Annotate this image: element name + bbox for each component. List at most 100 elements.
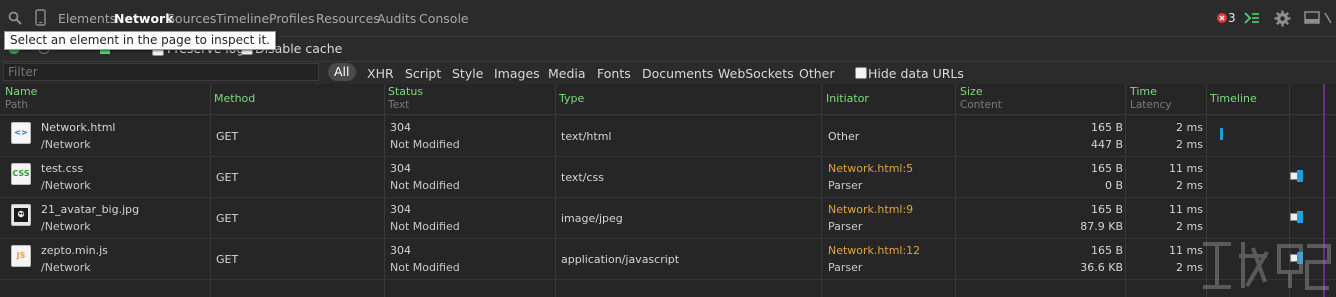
hide-data-urls-label: Hide data URLs [868, 66, 964, 81]
tab-sources[interactable]: Sources [167, 11, 216, 26]
row-time: 11 ms [1169, 203, 1203, 216]
row-status: 304 [390, 203, 411, 216]
settings-gear-icon[interactable] [1274, 10, 1291, 27]
row-time: 11 ms [1169, 162, 1203, 175]
column-header-initiator[interactable]: Initiator [826, 92, 869, 105]
row-method: GET [216, 130, 239, 143]
hide-data-urls-checkbox[interactable] [855, 67, 867, 79]
tab-timeline[interactable]: Timeline [216, 11, 269, 26]
device-mode-icon[interactable] [35, 9, 46, 26]
html-file-icon: <> [11, 122, 31, 144]
timeline-bar [1297, 170, 1303, 182]
row-status-text: Not Modified [390, 261, 460, 274]
tab-resources[interactable]: Resources [316, 11, 380, 26]
row-status: 304 [390, 121, 411, 134]
column-header-time[interactable]: Time [1130, 85, 1157, 98]
row-size: 165 B [1090, 162, 1123, 175]
row-name: 21_avatar_big.jpg [41, 203, 140, 216]
row-time: 2 ms [1176, 121, 1203, 134]
row-time: 11 ms [1169, 244, 1203, 257]
filter-type-documents[interactable]: Documents [642, 66, 713, 81]
table-row[interactable] [0, 156, 1336, 198]
column-header-method[interactable]: Method [214, 92, 255, 105]
row-initiator-link[interactable]: Network.html:9 [828, 203, 913, 216]
row-initiator-type: Parser [828, 261, 863, 274]
inspect-element-icon[interactable] [8, 11, 22, 25]
row-method: GET [216, 212, 239, 225]
timeline-bar [1220, 128, 1223, 140]
row-type: application/javascript [561, 253, 680, 266]
image-file-icon [11, 204, 31, 226]
tab-profiles[interactable]: Profiles [269, 11, 314, 26]
row-method: GET [216, 253, 239, 266]
row-initiator-type: Parser [828, 179, 863, 192]
row-initiator: Other [828, 130, 860, 143]
row-type: text/css [561, 171, 604, 184]
console-drawer-icon[interactable] [1244, 11, 1260, 25]
column-header-status[interactable]: Status [388, 85, 423, 98]
row-status: 304 [390, 162, 411, 175]
filter-type-fonts[interactable]: Fonts [597, 66, 631, 81]
filter-type-script[interactable]: Script [405, 66, 441, 81]
inspect-tooltip: Select an element in the page to inspect… [4, 31, 276, 50]
table-row[interactable] [0, 197, 1336, 239]
row-size: 165 B [1090, 244, 1123, 257]
filter-type-style[interactable]: Style [452, 66, 483, 81]
row-latency: 2 ms [1176, 138, 1203, 151]
row-type: text/html [561, 130, 612, 143]
row-status-text: Not Modified [390, 138, 460, 151]
filter-type-images[interactable]: Images [494, 66, 540, 81]
tab-elements[interactable]: Elements [58, 11, 116, 26]
column-header-content[interactable]: Content [960, 99, 1002, 111]
dock-side-icon[interactable] [1304, 11, 1320, 25]
filter-type-other[interactable]: Other [799, 66, 835, 81]
row-path: /Network [41, 220, 91, 233]
row-content-size: 87.9 KB [1080, 220, 1123, 233]
close-devtools-icon[interactable] [1324, 12, 1332, 24]
tab-network[interactable]: Network [114, 11, 174, 26]
row-content-size: 0 B [1104, 179, 1123, 192]
row-type: image/jpeg [561, 212, 623, 225]
row-name: zepto.min.js [41, 244, 108, 257]
tab-audits[interactable]: Audits [377, 11, 416, 26]
row-content-size: 36.6 KB [1080, 261, 1123, 274]
row-name: Network.html [41, 121, 116, 134]
row-method: GET [216, 171, 239, 184]
column-header-name[interactable]: Name [5, 85, 37, 98]
js-file-icon: JS [11, 245, 31, 267]
error-count[interactable]: 3 [1228, 11, 1236, 25]
filter-type-media[interactable]: Media [548, 66, 586, 81]
css-file-icon: CSS [11, 163, 31, 185]
tab-console[interactable]: Console [419, 11, 469, 26]
row-size: 165 B [1090, 203, 1123, 216]
row-latency: 2 ms [1176, 261, 1203, 274]
watermark-logo-icon [1203, 242, 1331, 290]
filter-type-websockets[interactable]: WebSockets [718, 66, 794, 81]
column-header-path[interactable]: Path [5, 99, 28, 111]
row-name: test.css [41, 162, 84, 175]
row-path: /Network [41, 261, 91, 274]
row-latency: 2 ms [1176, 179, 1203, 192]
table-row[interactable] [0, 115, 1336, 157]
row-path: /Network [41, 138, 91, 151]
filter-type-xhr[interactable]: XHR [367, 66, 394, 81]
filter-input[interactable] [3, 63, 319, 81]
row-status-text: Not Modified [390, 179, 460, 192]
row-status-text: Not Modified [390, 220, 460, 233]
row-initiator-link[interactable]: Network.html:5 [828, 162, 913, 175]
row-status: 304 [390, 244, 411, 257]
row-initiator-type: Parser [828, 220, 863, 233]
row-path: /Network [41, 179, 91, 192]
row-size: 165 B [1090, 121, 1123, 134]
timeline-bar [1297, 211, 1303, 223]
row-content-size: 447 B [1090, 138, 1123, 151]
column-header-timeline[interactable]: Timeline [1210, 92, 1257, 105]
row-initiator-link[interactable]: Network.html:12 [828, 244, 920, 257]
row-latency: 2 ms [1176, 220, 1203, 233]
filter-type-all[interactable]: All [328, 63, 356, 81]
error-icon[interactable] [1217, 13, 1227, 23]
column-header-text[interactable]: Text [388, 99, 409, 111]
column-header-latency[interactable]: Latency [1130, 99, 1172, 111]
column-header-size[interactable]: Size [960, 85, 983, 98]
column-header-type[interactable]: Type [559, 92, 584, 105]
